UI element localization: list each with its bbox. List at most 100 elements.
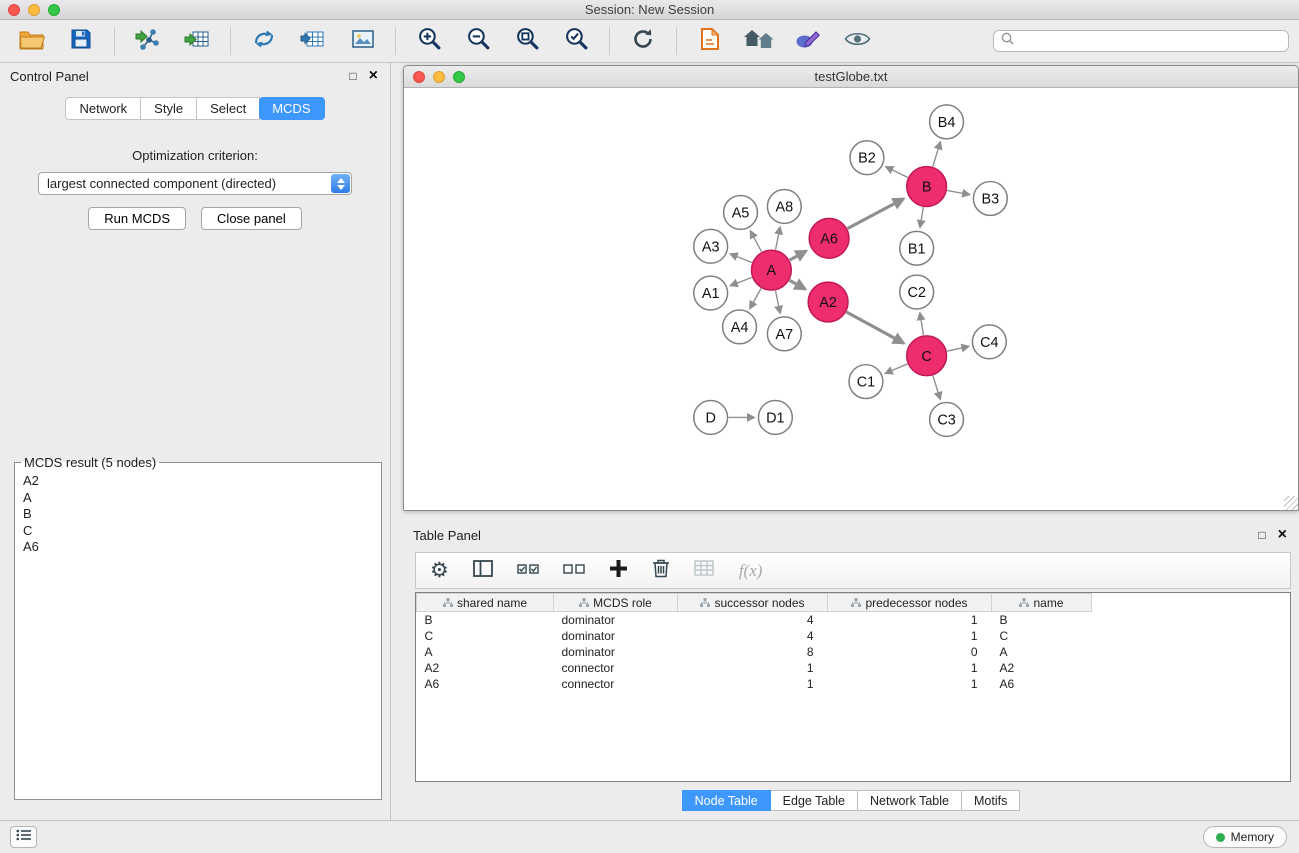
graph-edge-A-A4[interactable]	[750, 288, 761, 308]
zoom-in-button[interactable]	[413, 25, 445, 57]
search-field[interactable]	[993, 30, 1289, 52]
import-table-button[interactable]	[181, 25, 213, 57]
graph-node-B2[interactable]: B2	[850, 141, 884, 175]
mcds-result-item[interactable]: B	[21, 506, 375, 523]
graph-edge-A-A1[interactable]	[730, 278, 752, 286]
mcds-result-item[interactable]: C	[21, 523, 375, 540]
graph-node-D[interactable]: D	[694, 401, 728, 435]
annotation-tool-button[interactable]	[792, 25, 824, 57]
new-network-button[interactable]	[248, 25, 280, 57]
task-history-button[interactable]	[10, 826, 37, 848]
graph-edge-B-B4[interactable]	[933, 142, 941, 167]
mcds-result-item[interactable]: A6	[21, 539, 375, 556]
mcds-result-item[interactable]: A	[21, 490, 375, 507]
import-network-button[interactable]	[132, 25, 164, 57]
graph-node-B[interactable]: B	[907, 167, 947, 207]
tab-style[interactable]: Style	[141, 97, 197, 120]
graph-edge-B-B3[interactable]	[947, 190, 970, 194]
graph-edge-C-C4[interactable]	[947, 346, 969, 351]
network-canvas[interactable]: B4B2BB3A5A8A6B1A3AC2A1A2A4A7C4CC1C3DD1	[404, 89, 1298, 510]
graph-node-A[interactable]: A	[751, 250, 791, 290]
graph-edge-A-A3[interactable]	[730, 254, 752, 263]
delete-row-button[interactable]	[652, 558, 670, 583]
table-row[interactable]: Bdominator41B	[417, 612, 1092, 628]
table-row[interactable]: A6connector11A6	[417, 676, 1092, 692]
show-columns-button[interactable]	[473, 560, 493, 582]
open-session-button[interactable]	[16, 25, 48, 57]
close-table-panel-icon[interactable]: ×	[1278, 527, 1287, 543]
tab-mcds[interactable]: MCDS	[259, 97, 324, 120]
tab-select[interactable]: Select	[197, 97, 260, 120]
select-all-button[interactable]	[517, 562, 539, 580]
graph-node-A4[interactable]: A4	[723, 310, 757, 344]
graph-edge-C-C2[interactable]	[920, 313, 923, 335]
graph-edge-A-A8[interactable]	[776, 227, 781, 250]
network-minimize-button[interactable]	[433, 71, 445, 83]
graph-node-C3[interactable]: C3	[930, 403, 964, 437]
graph-node-A3[interactable]: A3	[694, 229, 728, 263]
search-input[interactable]	[1019, 34, 1281, 49]
add-row-button[interactable]	[609, 559, 628, 583]
show-hide-button[interactable]	[841, 25, 873, 57]
deselect-all-button[interactable]	[563, 562, 585, 580]
minimize-window-button[interactable]	[28, 4, 40, 16]
network-zoom-button[interactable]	[453, 71, 465, 83]
graph-node-C[interactable]: C	[907, 336, 947, 376]
table-settings-button[interactable]: ⚙	[430, 560, 449, 581]
table-row[interactable]: A2connector11A2	[417, 660, 1092, 676]
tab-edge-table[interactable]: Edge Table	[771, 790, 858, 811]
zoom-window-button[interactable]	[48, 4, 60, 16]
delete-table-button[interactable]	[694, 560, 715, 581]
open-document-button[interactable]	[694, 25, 726, 57]
mcds-result-item[interactable]: A2	[21, 473, 375, 490]
graph-node-A5[interactable]: A5	[724, 195, 758, 229]
tab-network-table[interactable]: Network Table	[858, 790, 962, 811]
graph-node-A7[interactable]: A7	[767, 317, 801, 351]
column-header-mcds-role[interactable]: MCDS role	[554, 594, 678, 612]
graph-node-B3[interactable]: B3	[973, 182, 1007, 216]
tab-network[interactable]: Network	[65, 97, 141, 120]
refresh-button[interactable]	[627, 25, 659, 57]
graph-node-B4[interactable]: B4	[930, 105, 964, 139]
tab-node-table[interactable]: Node Table	[682, 790, 771, 811]
resize-grip[interactable]	[1284, 496, 1298, 510]
run-mcds-button[interactable]: Run MCDS	[88, 207, 186, 230]
new-table-button[interactable]	[297, 25, 329, 57]
table-row[interactable]: Adominator80A	[417, 644, 1092, 660]
graph-edge-A-A6[interactable]	[790, 251, 807, 260]
close-panel-icon[interactable]: ×	[369, 68, 378, 84]
float-panel-icon[interactable]: □	[349, 69, 356, 83]
zoom-selected-button[interactable]	[560, 25, 592, 57]
function-builder-button[interactable]: f(x)	[739, 561, 763, 581]
graph-edge-C-C1[interactable]	[885, 364, 907, 373]
zoom-out-button[interactable]	[462, 25, 494, 57]
save-session-button[interactable]	[65, 25, 97, 57]
graph-edge-A-A7[interactable]	[776, 291, 781, 314]
close-panel-button[interactable]: Close panel	[201, 207, 302, 230]
graph-node-C2[interactable]: C2	[900, 275, 934, 309]
graph-edge-C-C3[interactable]	[933, 376, 940, 400]
graph-edge-B-B2[interactable]	[886, 167, 908, 178]
float-table-panel-icon[interactable]: □	[1258, 528, 1265, 542]
graph-edge-A6-B[interactable]	[848, 199, 904, 229]
column-header-name[interactable]: name	[992, 594, 1092, 612]
graph-node-A2[interactable]: A2	[808, 282, 848, 322]
network-close-button[interactable]	[413, 71, 425, 83]
close-window-button[interactable]	[8, 4, 20, 16]
graph-edge-B-B1[interactable]	[920, 207, 923, 227]
memory-button[interactable]: Memory	[1203, 826, 1287, 848]
home-networks-button[interactable]	[743, 25, 775, 57]
graph-node-D1[interactable]: D1	[758, 401, 792, 435]
optimization-select[interactable]: largest connected component (directed)	[38, 172, 352, 195]
column-header-successor-nodes[interactable]: successor nodes	[678, 594, 828, 612]
graph-edge-A-A5[interactable]	[750, 231, 761, 252]
tab-motifs[interactable]: Motifs	[962, 790, 1020, 811]
zoom-fit-button[interactable]	[511, 25, 543, 57]
graph-node-C4[interactable]: C4	[972, 325, 1006, 359]
table-row[interactable]: Cdominator41C	[417, 628, 1092, 644]
graph-node-C1[interactable]: C1	[849, 365, 883, 399]
graph-node-A6[interactable]: A6	[809, 218, 849, 258]
column-header-predecessor-nodes[interactable]: predecessor nodes	[828, 594, 992, 612]
graph-edge-A2-C[interactable]	[846, 312, 903, 343]
graph-node-B1[interactable]: B1	[900, 231, 934, 265]
